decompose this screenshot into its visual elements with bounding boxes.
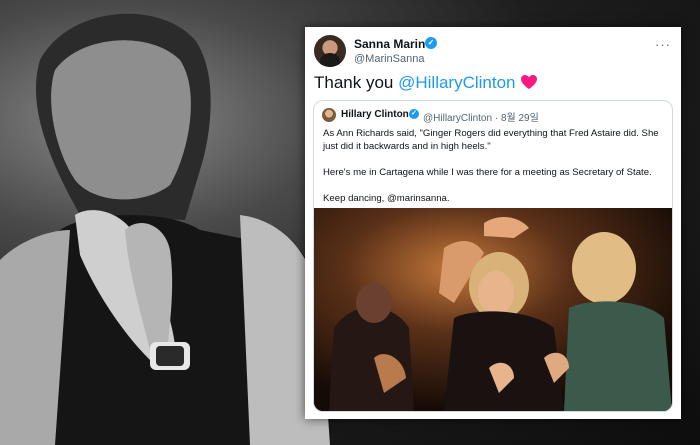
quoted-paragraph-2: Here's me in Cartagena while I was there… (323, 167, 652, 178)
mention-link[interactable]: @HillaryClinton (398, 73, 515, 92)
tweet-card[interactable]: Sanna Marin ✓ @MarinSanna ··· Thank you … (305, 27, 681, 419)
author-name[interactable]: Sanna Marin (354, 37, 425, 51)
tweet-text: Thank you @HillaryClinton (314, 73, 538, 95)
quoted-meta: @HillaryClinton · 8월 29일 (423, 113, 539, 124)
quoted-header: Hillary Clinton ✓ @HillaryClinton · 8월 2… (322, 108, 664, 124)
quoted-verified-badge-icon: ✓ (409, 109, 419, 119)
dancing-crowd-photo (314, 208, 672, 411)
quoted-author-name: Hillary Clinton (341, 109, 409, 120)
tweet-text-prefix: Thank you (314, 73, 399, 92)
quoted-body: As Ann Richards said, "Ginger Rogers did… (323, 127, 665, 218)
quoted-media-photo[interactable] (314, 208, 672, 411)
quoted-tweet[interactable]: Hillary Clinton ✓ @HillaryClinton · 8월 2… (313, 100, 673, 412)
quoted-paragraph-3: Keep dancing, @marinsanna. (323, 193, 450, 204)
more-options-icon[interactable]: ··· (655, 37, 671, 52)
author-avatar[interactable] (314, 35, 346, 67)
author-handle[interactable]: @MarinSanna (354, 53, 424, 65)
tweet-header: Sanna Marin ✓ @MarinSanna ··· (314, 35, 671, 69)
verified-badge-icon: ✓ (425, 37, 437, 49)
quoted-paragraph-1: As Ann Richards said, "Ginger Rogers did… (323, 128, 659, 152)
heart-icon (520, 74, 538, 95)
quoted-avatar (322, 108, 336, 122)
